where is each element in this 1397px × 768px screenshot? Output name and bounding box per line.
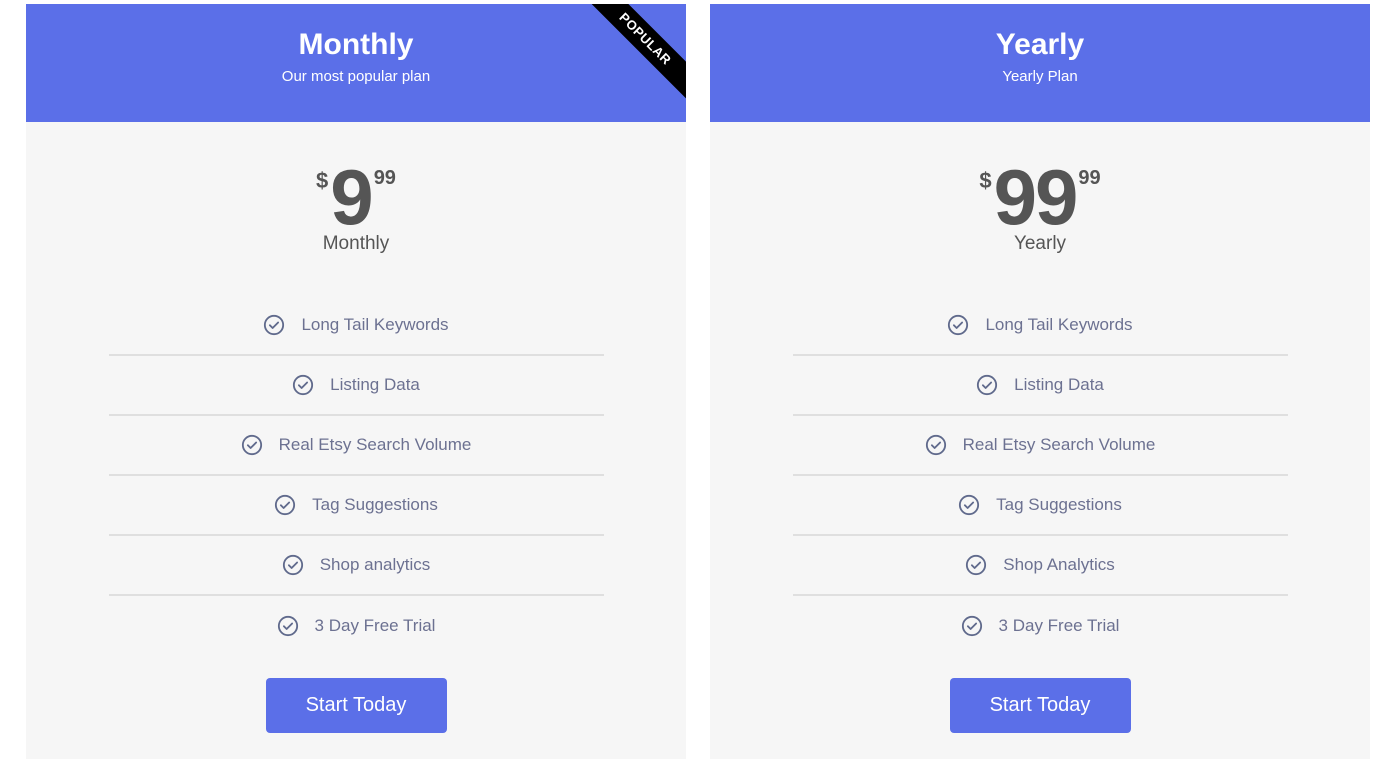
price-cents: 99 — [1078, 167, 1101, 189]
price-currency: $ — [316, 168, 329, 193]
feature-item: Real Etsy Search Volume — [792, 416, 1288, 476]
feature-item: Long Tail Keywords — [792, 296, 1288, 356]
feature-item: Listing Data — [792, 356, 1288, 416]
check-circle-icon — [277, 615, 298, 637]
feature-item: Shop Analytics — [792, 536, 1288, 596]
price: $99 99 — [710, 153, 1370, 241]
check-circle-icon — [966, 554, 987, 576]
price-cents: 99 — [373, 167, 396, 189]
card-header: Monthly Our most popular plan POPULAR — [26, 4, 686, 122]
card-header: Yearly Yearly Plan — [710, 4, 1370, 122]
check-circle-icon — [241, 434, 262, 456]
feature-item: Shop analytics — [108, 536, 604, 596]
check-circle-icon — [977, 374, 998, 396]
feature-label: Shop Analytics — [1003, 555, 1115, 574]
feature-label: Tag Suggestions — [996, 495, 1122, 514]
feature-item: Long Tail Keywords — [108, 296, 604, 356]
check-circle-icon — [275, 494, 296, 516]
check-circle-icon — [961, 615, 982, 637]
feature-label: 3 Day Free Trial — [314, 616, 436, 635]
billing-period: Monthly — [322, 233, 390, 254]
feature-label: Real Etsy Search Volume — [962, 435, 1156, 454]
plan-subtitle: Our most popular plan — [281, 68, 431, 85]
feature-label: Long Tail Keywords — [985, 315, 1133, 334]
feature-label: Tag Suggestions — [312, 495, 438, 514]
feature-item: Tag Suggestions — [108, 476, 604, 536]
plan-title: Monthly — [298, 28, 414, 61]
plan-title: Yearly — [995, 28, 1085, 61]
price: $9 99 — [26, 153, 686, 241]
price-amount: 99 — [993, 153, 1079, 241]
start-today-button[interactable]: Start Today — [265, 678, 447, 733]
feature-item: 3 Day Free Trial — [793, 596, 1288, 656]
price-currency: $ — [979, 168, 992, 193]
plan-subtitle: Yearly Plan — [1002, 68, 1078, 85]
feature-item: Real Etsy Search Volume — [108, 416, 604, 476]
feature-label: Listing Data — [1014, 375, 1104, 394]
check-circle-icon — [948, 314, 969, 336]
check-circle-icon — [925, 434, 946, 456]
check-circle-icon — [282, 554, 303, 576]
feature-label: Long Tail Keywords — [301, 315, 449, 334]
billing-period: Yearly — [1013, 233, 1067, 254]
feature-list: Long Tail Keywords Listing Data Real Ets… — [108, 296, 604, 656]
start-today-button[interactable]: Start Today — [949, 678, 1131, 733]
feature-label: 3 Day Free Trial — [998, 616, 1120, 635]
feature-label: Shop analytics — [319, 555, 431, 574]
check-circle-icon — [264, 314, 285, 336]
feature-label: Real Etsy Search Volume — [278, 435, 472, 454]
pricing-card-monthly: Monthly Our most popular plan POPULAR $9… — [26, 4, 686, 759]
check-circle-icon — [293, 374, 314, 396]
price-amount: 9 — [330, 153, 373, 241]
check-circle-icon — [959, 494, 980, 516]
feature-item: 3 Day Free Trial — [109, 596, 604, 656]
feature-item: Tag Suggestions — [792, 476, 1288, 536]
feature-label: Listing Data — [330, 375, 420, 394]
feature-item: Listing Data — [108, 356, 604, 416]
feature-list: Long Tail Keywords Listing Data Real Ets… — [792, 296, 1288, 656]
pricing-card-yearly: Yearly Yearly Plan $99 99 Yearly Long Tai… — [710, 4, 1370, 759]
